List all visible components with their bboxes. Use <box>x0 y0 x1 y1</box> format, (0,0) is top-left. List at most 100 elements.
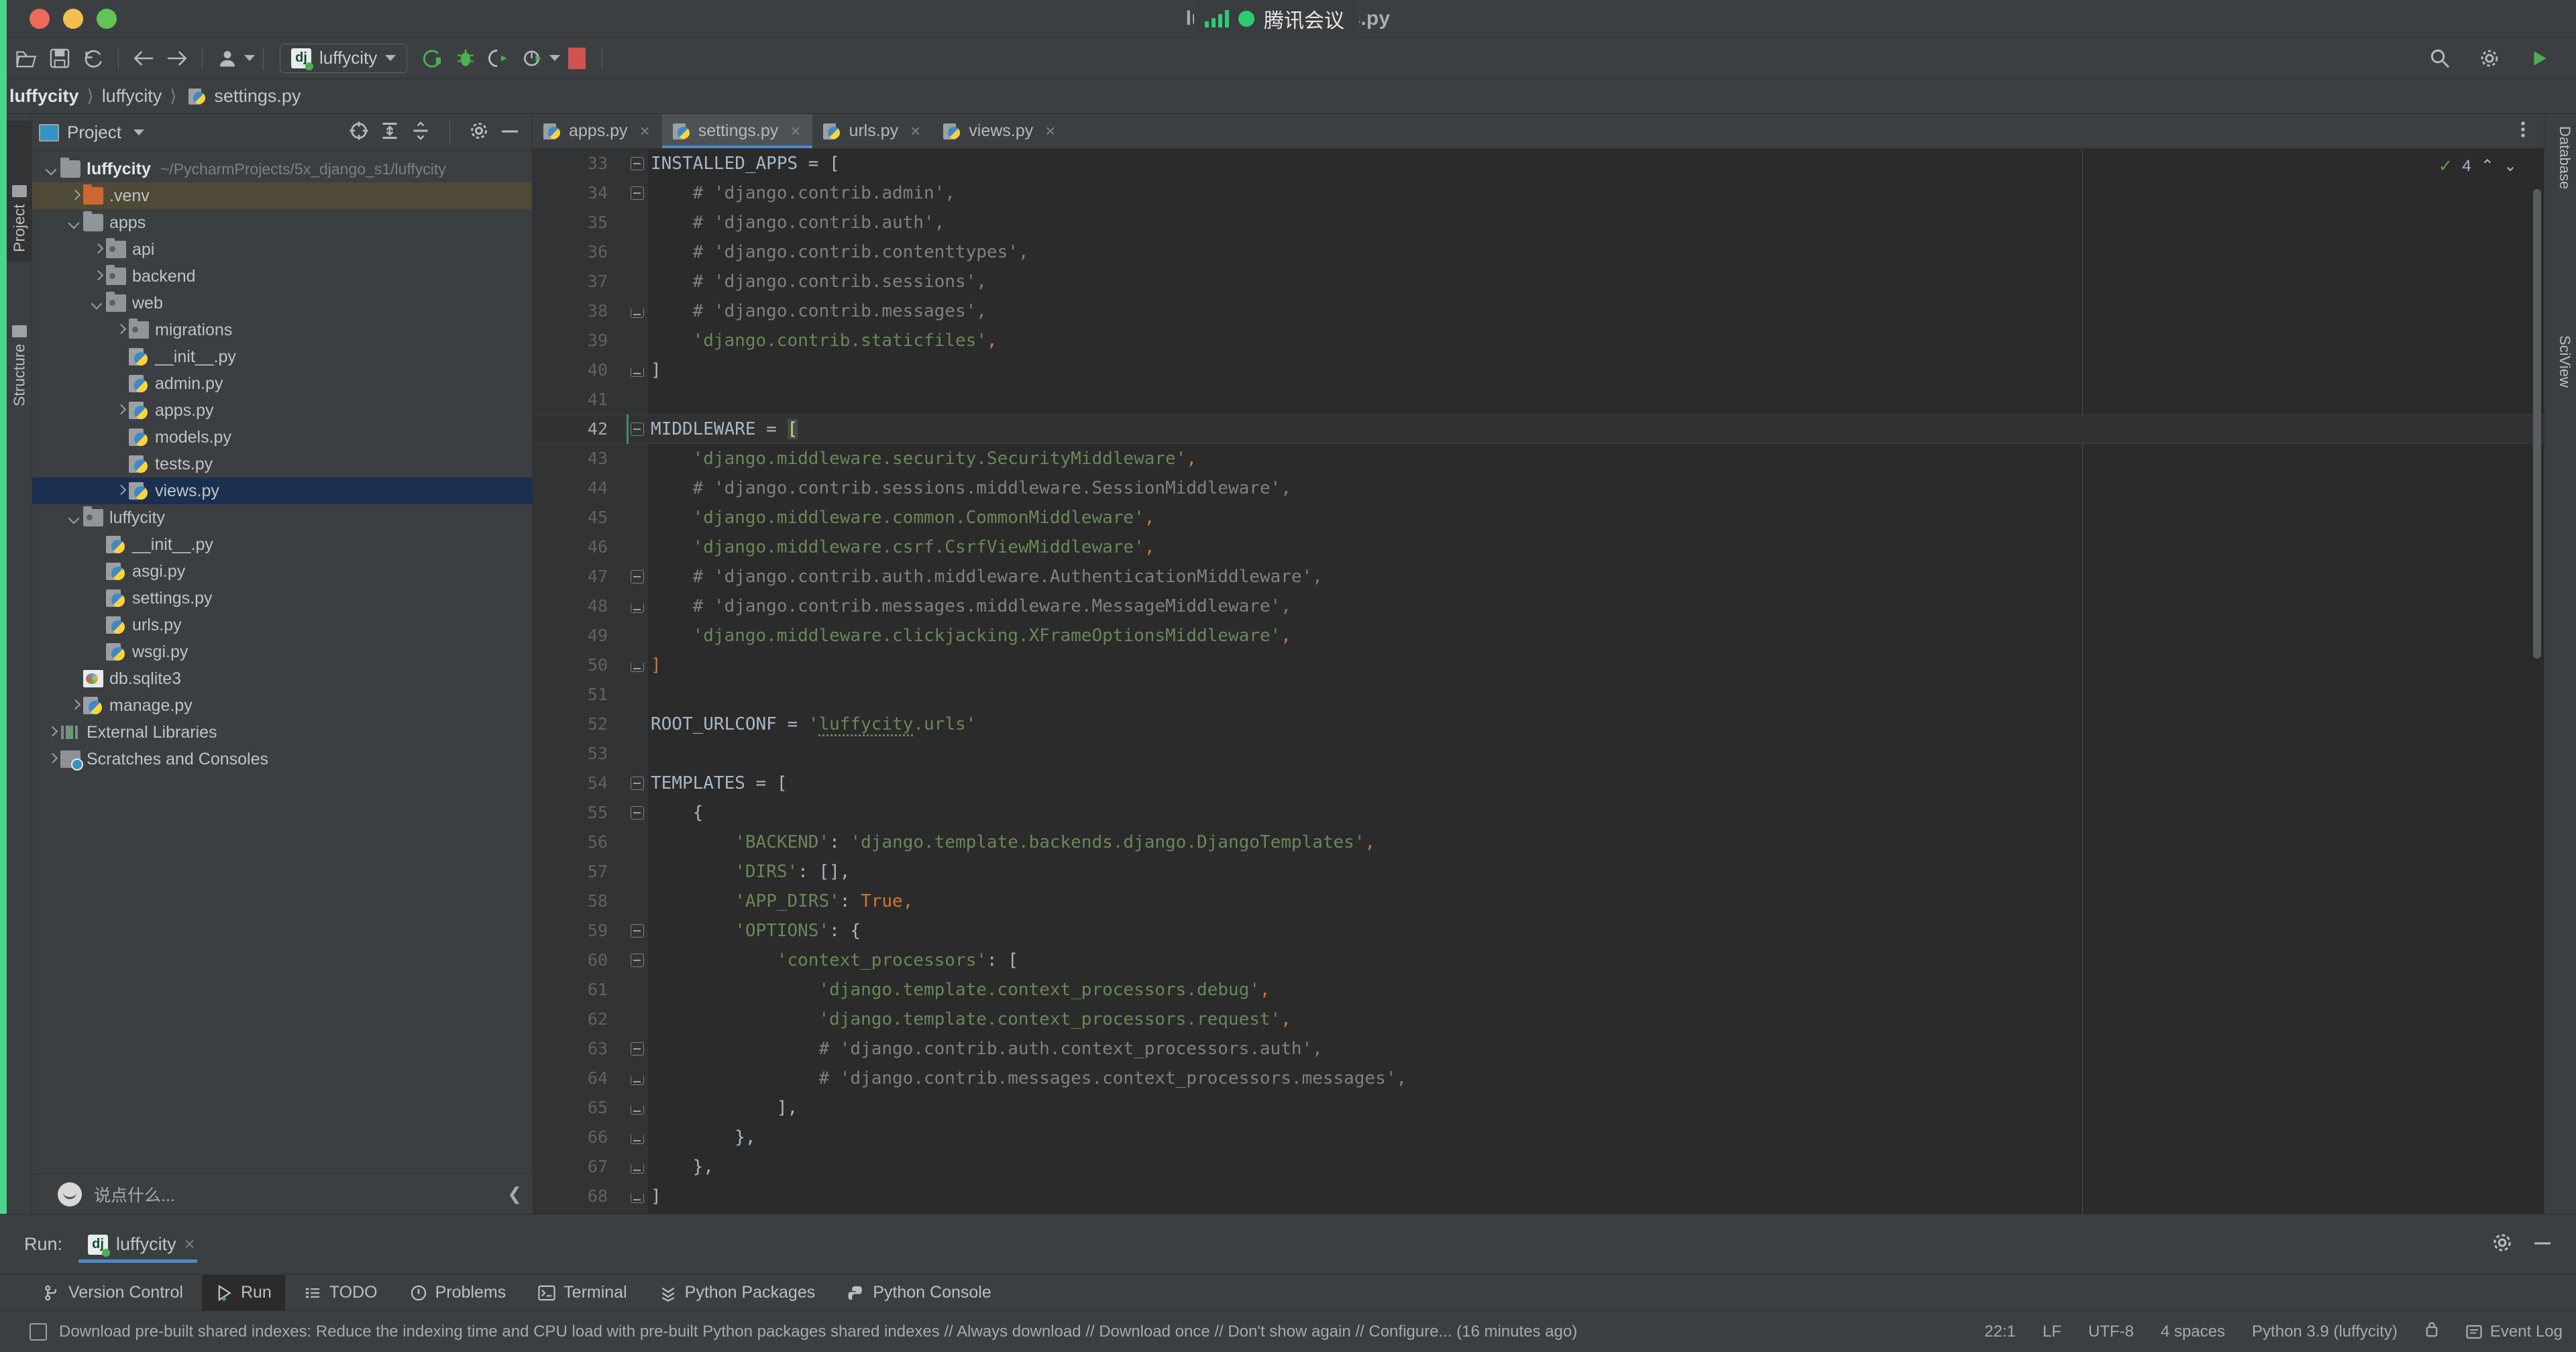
code-line[interactable]: 41 <box>533 385 2544 414</box>
fold-end-icon[interactable] <box>631 1194 644 1203</box>
tree-row-tests-py[interactable]: tests.py <box>32 451 532 477</box>
chevron-right-icon[interactable] <box>46 753 58 765</box>
close-tab-icon[interactable]: × <box>1045 121 1055 142</box>
sidebar-item-structure[interactable]: Structure <box>7 275 32 416</box>
code-line[interactable]: 38 # 'django.contrib.messages', <box>533 296 2544 326</box>
code-line[interactable]: 59 'OPTIONS': { <box>533 916 2544 946</box>
tree-row-urls-py[interactable]: urls.py <box>32 612 532 638</box>
bottom-tab-python-console[interactable]: Python Console <box>834 1275 1005 1311</box>
fold-end-icon[interactable] <box>631 1105 644 1115</box>
message-input-bar[interactable]: 说点什么... ❮ <box>32 1174 533 1214</box>
run-configuration-selector[interactable]: dj luffycity <box>280 44 407 73</box>
tencent-meeting-overlay[interactable]: 腾讯会议 <box>1194 0 1359 38</box>
chevron-right-icon[interactable] <box>91 243 103 256</box>
tree-row-admin-py[interactable]: admin.py <box>32 370 532 397</box>
chevron-down-icon[interactable] <box>68 512 80 524</box>
chevron-down-icon[interactable] <box>68 217 80 229</box>
fold-end-icon[interactable] <box>631 604 644 613</box>
bottom-tab-terminal[interactable]: Terminal <box>525 1275 640 1311</box>
hide-window-icon[interactable] <box>2532 1239 2553 1251</box>
tree-row-scratches-and-consoles[interactable]: Scratches and Consoles <box>32 746 532 773</box>
event-log-button[interactable]: Event Log <box>2466 1322 2563 1341</box>
file-encoding[interactable]: UTF-8 <box>2088 1322 2134 1341</box>
fold-end-icon[interactable] <box>631 1076 644 1085</box>
tree-row-manage-py[interactable]: manage.py <box>32 692 532 719</box>
stop-icon[interactable] <box>560 42 594 75</box>
expand-all-icon[interactable] <box>380 121 400 144</box>
fold-collapse-icon[interactable] <box>631 806 644 820</box>
tree-row-web[interactable]: web <box>32 290 532 317</box>
code-line[interactable]: 58 'APP_DIRS': True, <box>533 887 2544 916</box>
caret-position[interactable]: 22:1 <box>1984 1322 2016 1341</box>
back-arrow-icon[interactable] <box>127 42 160 75</box>
code-line[interactable]: 60 'context_processors': [ <box>533 946 2544 975</box>
line-separator[interactable]: LF <box>2043 1322 2061 1341</box>
inspection-widget[interactable]: ✓ 4 ⌃ ⌄ <box>2438 156 2517 176</box>
chevron-right-icon[interactable] <box>114 324 126 336</box>
code-line[interactable]: 57 'DIRS': [], <box>533 857 2544 887</box>
code-line[interactable]: 68] <box>533 1182 2544 1211</box>
code-line[interactable]: 40] <box>533 355 2544 385</box>
run-coverage-icon[interactable] <box>482 42 516 75</box>
chevron-right-icon[interactable] <box>114 404 126 416</box>
tree-row-views-py[interactable]: views.py <box>32 477 532 504</box>
bottom-tab-run[interactable]: Run <box>202 1275 285 1311</box>
fold-collapse-icon[interactable] <box>631 186 644 200</box>
code-line[interactable]: 35 # 'django.contrib.auth', <box>533 208 2544 237</box>
run-window-actions[interactable] <box>2491 1232 2576 1257</box>
sync-refresh-icon[interactable] <box>76 42 110 75</box>
sidebar-item-project[interactable]: Project <box>7 121 32 262</box>
tree-row-backend[interactable]: backend <box>32 263 532 290</box>
forward-arrow-icon[interactable] <box>160 42 194 75</box>
chevron-right-icon[interactable] <box>46 726 58 738</box>
open-folder-icon[interactable] <box>9 42 43 75</box>
tree-row-models-py[interactable]: models.py <box>32 424 532 451</box>
code-line[interactable]: 54TEMPLATES = [ <box>533 769 2544 798</box>
tree-row---init---py[interactable]: __init__.py <box>32 531 532 558</box>
tree-row-settings-py[interactable]: settings.py <box>32 585 532 612</box>
search-everywhere-icon[interactable] <box>2423 42 2457 75</box>
tree-row-external-libraries[interactable]: External Libraries <box>32 719 532 746</box>
code-line[interactable]: 63 # 'django.contrib.auth.context_proces… <box>533 1034 2544 1064</box>
chevron-down-icon[interactable] <box>385 55 396 61</box>
editor-tab-views-py[interactable]: views.py× <box>932 114 1067 148</box>
tree-row-apps-py[interactable]: apps.py <box>32 397 532 424</box>
more-options-icon[interactable] <box>2513 119 2533 143</box>
prev-problem-icon[interactable]: ⌃ <box>2481 156 2494 176</box>
fold-collapse-icon[interactable] <box>631 924 644 938</box>
code-line[interactable]: 53 <box>533 739 2544 769</box>
code-line[interactable]: 49 'django.middleware.clickjacking.XFram… <box>533 621 2544 651</box>
settings-gear-icon[interactable] <box>2473 42 2506 75</box>
chevron-right-icon[interactable] <box>114 485 126 497</box>
code-line[interactable]: 62 'django.template.context_processors.r… <box>533 1005 2544 1034</box>
close-tab-icon[interactable]: × <box>910 121 920 142</box>
code-line[interactable]: 65 ], <box>533 1093 2544 1123</box>
tree-row-db-sqlite3[interactable]: db.sqlite3 <box>32 665 532 692</box>
code-line[interactable]: 45 'django.middleware.common.CommonMiddl… <box>533 503 2544 532</box>
close-tab-icon[interactable]: × <box>790 121 800 142</box>
code-editor[interactable]: 33INSTALLED_APPS = [34 # 'django.contrib… <box>533 149 2544 1214</box>
project-tree[interactable]: luffycity~/PycharmProjects/5x_django_s1/… <box>32 152 532 773</box>
code-line[interactable]: 64 # 'django.contrib.messages.context_pr… <box>533 1064 2544 1093</box>
settings-gear-icon[interactable] <box>469 121 489 144</box>
tree-row-asgi-py[interactable]: asgi.py <box>32 558 532 585</box>
tree-row-apps[interactable]: apps <box>32 209 532 236</box>
chat-bubble-icon[interactable] <box>58 1182 82 1206</box>
tree-row-wsgi-py[interactable]: wsgi.py <box>32 638 532 665</box>
code-line[interactable]: 66 }, <box>533 1123 2544 1152</box>
tree-row-luffycity[interactable]: luffycity <box>32 504 532 531</box>
code-line[interactable]: 39 'django.contrib.staticfiles', <box>533 326 2544 355</box>
bottom-tab-version-control[interactable]: Version Control <box>30 1275 197 1311</box>
tree-row-luffycity[interactable]: luffycity~/PycharmProjects/5x_django_s1/… <box>32 156 532 182</box>
fold-collapse-icon[interactable] <box>631 570 644 583</box>
code-line[interactable]: 43 'django.middleware.security.SecurityM… <box>533 444 2544 473</box>
profile-run-icon[interactable] <box>516 42 549 75</box>
fold-collapse-icon[interactable] <box>631 157 644 170</box>
tree-row---init---py[interactable]: __init__.py <box>32 343 532 370</box>
sidebar-item-sciview[interactable]: SciView <box>2556 335 2573 388</box>
code-line[interactable]: 55 { <box>533 798 2544 828</box>
tree-row-api[interactable]: api <box>32 236 532 263</box>
code-line[interactable]: 37 # 'django.contrib.sessions', <box>533 267 2544 296</box>
code-lines[interactable]: 33INSTALLED_APPS = [34 # 'django.contrib… <box>533 149 2544 1214</box>
code-line[interactable]: 48 # 'django.contrib.messages.middleware… <box>533 592 2544 621</box>
